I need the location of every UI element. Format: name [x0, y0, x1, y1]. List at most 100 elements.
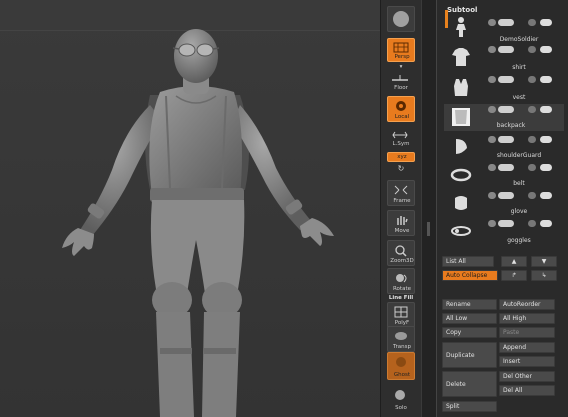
solo-button[interactable]: Solo — [387, 386, 415, 412]
eye-icon[interactable] — [540, 164, 552, 171]
chevron-down-icon[interactable]: ▾ — [381, 64, 421, 70]
subtool-item[interactable]: shirt — [444, 44, 564, 73]
material-sphere-icon — [393, 11, 409, 27]
subtool-item[interactable]: glove — [444, 190, 564, 219]
ghost-label: Ghost — [393, 372, 411, 378]
solo-label: Solo — [395, 405, 407, 411]
brush-icon[interactable] — [528, 164, 536, 171]
brush-icon[interactable] — [528, 136, 536, 143]
zoom3d-button[interactable]: Zoom3D — [387, 240, 415, 266]
visibility-toggle[interactable] — [488, 220, 496, 227]
brush-icon[interactable] — [528, 76, 536, 83]
brush-icon[interactable] — [528, 46, 536, 53]
visibility-toggle[interactable] — [488, 136, 496, 143]
ghost-icon — [396, 357, 406, 367]
eye-icon[interactable] — [540, 19, 552, 26]
eye-icon[interactable] — [540, 106, 552, 113]
eye-icon[interactable] — [540, 220, 552, 227]
xyz-button[interactable]: xyz — [387, 152, 415, 162]
floor-button[interactable]: Floor — [387, 72, 415, 92]
split-button[interactable]: Split — [442, 401, 497, 412]
brush-icon[interactable] — [528, 19, 536, 26]
polyf-button[interactable]: PolyF — [387, 302, 415, 328]
local-button[interactable]: Local — [387, 96, 415, 122]
eye-icon[interactable] — [540, 136, 552, 143]
subtool-controls — [488, 136, 564, 144]
brush-icon[interactable] — [528, 220, 536, 227]
copy-button[interactable]: Copy — [442, 327, 497, 338]
magnifier-icon — [395, 245, 407, 257]
rename-button[interactable]: Rename — [442, 299, 497, 310]
polypaint-toggle[interactable] — [498, 46, 514, 53]
subtool-name: goggles — [507, 237, 531, 244]
subtool-controls — [488, 192, 564, 200]
polypaint-toggle[interactable] — [498, 136, 514, 143]
subtool-item[interactable]: goggles — [444, 218, 564, 247]
arrow-up-icon[interactable]: ▲ — [501, 256, 527, 267]
subtool-item-selected[interactable]: backpack — [444, 104, 564, 131]
auto-collapse-button[interactable]: Auto Collapse — [442, 270, 498, 281]
paste-button[interactable]: Paste — [499, 327, 555, 338]
brush-icon[interactable] — [528, 106, 536, 113]
eye-icon[interactable] — [540, 46, 552, 53]
move-button[interactable]: Move — [387, 210, 415, 236]
polypaint-toggle[interactable] — [498, 164, 514, 171]
belt-thumbnail-icon — [450, 168, 472, 182]
visibility-toggle[interactable] — [488, 19, 496, 26]
eye-icon[interactable] — [540, 192, 552, 199]
subtool-name: backpack — [496, 122, 526, 129]
subtool-item[interactable]: belt — [444, 162, 564, 191]
persp-button[interactable]: Persp — [387, 38, 415, 62]
rotate-axis-icon[interactable]: ↻ — [381, 164, 421, 173]
all-high-button[interactable]: All High — [499, 313, 555, 324]
subtool-item[interactable]: DemoSoldier — [444, 14, 564, 43]
insert-button[interactable]: Insert — [499, 356, 555, 367]
subtool-name: vest — [512, 94, 526, 101]
polypaint-toggle[interactable] — [498, 220, 514, 227]
del-other-button[interactable]: Del Other — [499, 371, 555, 382]
right-shelf: Persp ▾ Floor Local L.Sym xyz ↻ Frame Mo… — [380, 0, 421, 417]
hand-move-icon — [397, 216, 408, 225]
local-label: Local — [394, 114, 410, 120]
list-all-button[interactable]: List All — [442, 256, 494, 267]
divider-grip[interactable] — [427, 222, 430, 236]
polyframe-icon — [394, 306, 408, 318]
visibility-toggle[interactable] — [488, 76, 496, 83]
visibility-toggle[interactable] — [488, 106, 496, 113]
polypaint-toggle[interactable] — [498, 192, 514, 199]
ghost-button[interactable]: Ghost — [387, 352, 415, 380]
subtool-name: glove — [510, 208, 528, 215]
viewport-canvas[interactable] — [0, 0, 380, 417]
eye-icon[interactable] — [540, 76, 552, 83]
frame-button[interactable]: Frame — [387, 180, 415, 206]
auto-reorder-button[interactable]: AutoReorder — [499, 299, 555, 310]
rotate-button[interactable]: Rotate — [387, 268, 415, 294]
arrow-down-icon[interactable]: ▼ — [531, 256, 557, 267]
subtool-name: DemoSoldier — [499, 36, 539, 43]
shirt-thumbnail-icon — [452, 48, 470, 66]
polypaint-toggle[interactable] — [498, 106, 514, 113]
visibility-toggle[interactable] — [488, 46, 496, 53]
move-up-arrow-icon[interactable]: ↱ — [501, 270, 527, 281]
subtool-title[interactable]: Subtool — [447, 6, 477, 14]
soldier-thumbnail-icon — [456, 17, 466, 37]
append-button[interactable]: Append — [499, 342, 555, 353]
all-low-button[interactable]: All Low — [442, 313, 497, 324]
del-all-button[interactable]: Del All — [499, 385, 555, 396]
subtool-controls — [488, 106, 564, 114]
polypaint-toggle[interactable] — [498, 76, 514, 83]
panel-divider[interactable] — [421, 0, 436, 417]
subtool-item[interactable]: vest — [444, 74, 564, 103]
material-sphere-button[interactable] — [387, 6, 415, 32]
visibility-toggle[interactable] — [488, 164, 496, 171]
brush-icon[interactable] — [528, 192, 536, 199]
duplicate-button[interactable]: Duplicate — [442, 342, 497, 368]
polypaint-toggle[interactable] — [498, 19, 514, 26]
transp-button[interactable]: Transp — [387, 326, 415, 352]
lsym-icon — [392, 131, 408, 139]
subtool-item[interactable]: shoulderGuard — [444, 134, 564, 163]
lsym-button[interactable]: L.Sym — [387, 128, 415, 148]
visibility-toggle[interactable] — [488, 192, 496, 199]
move-down-arrow-icon[interactable]: ↳ — [531, 270, 557, 281]
delete-button[interactable]: Delete — [442, 371, 497, 397]
